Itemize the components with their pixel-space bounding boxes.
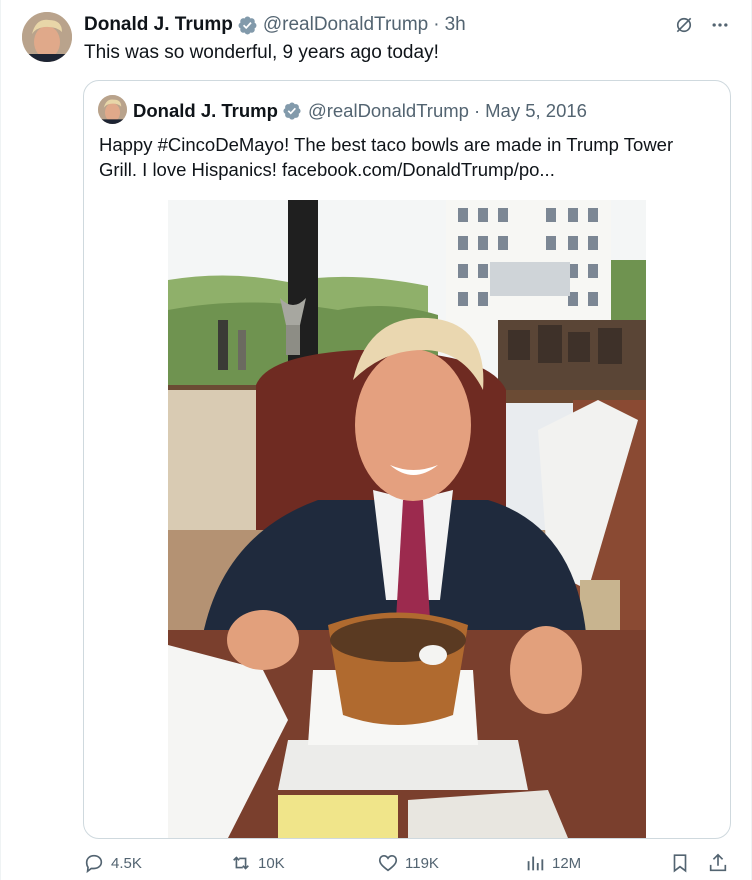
action-bar: 4.5K 10K 119K 12M <box>83 852 733 880</box>
top-actions <box>673 14 731 36</box>
quoted-photo[interactable] <box>168 200 646 838</box>
author-handle[interactable]: @realDonaldTrump <box>263 14 428 36</box>
share-button[interactable] <box>707 852 729 874</box>
more-icon[interactable] <box>709 14 731 36</box>
reply-count: 4.5K <box>111 854 142 872</box>
reply-button[interactable]: 4.5K <box>83 852 142 874</box>
quoted-author-name[interactable]: Donald J. Trump <box>133 100 278 122</box>
quoted-author-handle[interactable]: @realDonaldTrump <box>308 100 469 122</box>
tweet-time[interactable]: 3h <box>445 14 466 36</box>
quoted-author-avatar[interactable] <box>98 95 127 124</box>
repost-icon <box>233 856 249 870</box>
like-count: 119K <box>405 854 439 872</box>
bookmark-icon <box>673 854 687 873</box>
verified-badge-icon <box>282 101 303 122</box>
verified-badge-icon <box>237 15 258 36</box>
author-name[interactable]: Donald J. Trump <box>84 14 233 36</box>
repost-button[interactable]: 10K <box>230 852 285 874</box>
tweet-header: Donald J. Trump @realDonaldTrump · 3h <box>84 12 466 38</box>
reply-icon <box>85 854 103 874</box>
separator-dot: · <box>473 100 481 121</box>
tweet-card[interactable]: Donald J. Trump @realDonaldTrump · 3h Th… <box>0 0 752 880</box>
views-button[interactable]: 12M <box>524 852 581 874</box>
views-icon <box>527 856 544 871</box>
share-icon <box>709 853 727 872</box>
author-avatar[interactable] <box>22 12 72 62</box>
tweet-text: This was so wonderful, 9 years ago today… <box>84 42 439 63</box>
repost-count: 10K <box>258 854 285 872</box>
separator-dot: · <box>433 14 440 35</box>
bookmark-button[interactable] <box>669 852 691 874</box>
views-count: 12M <box>552 854 582 872</box>
like-icon <box>378 855 398 872</box>
grok-icon[interactable] <box>673 14 695 36</box>
like-button[interactable]: 119K <box>377 852 439 874</box>
quoted-header: Donald J. Trump @realDonaldTrump · May 5… <box>133 98 587 124</box>
quoted-date[interactable]: May 5, 2016 <box>485 100 587 122</box>
quoted-text: Happy #CincoDeMayo! The best taco bowls … <box>99 134 674 180</box>
